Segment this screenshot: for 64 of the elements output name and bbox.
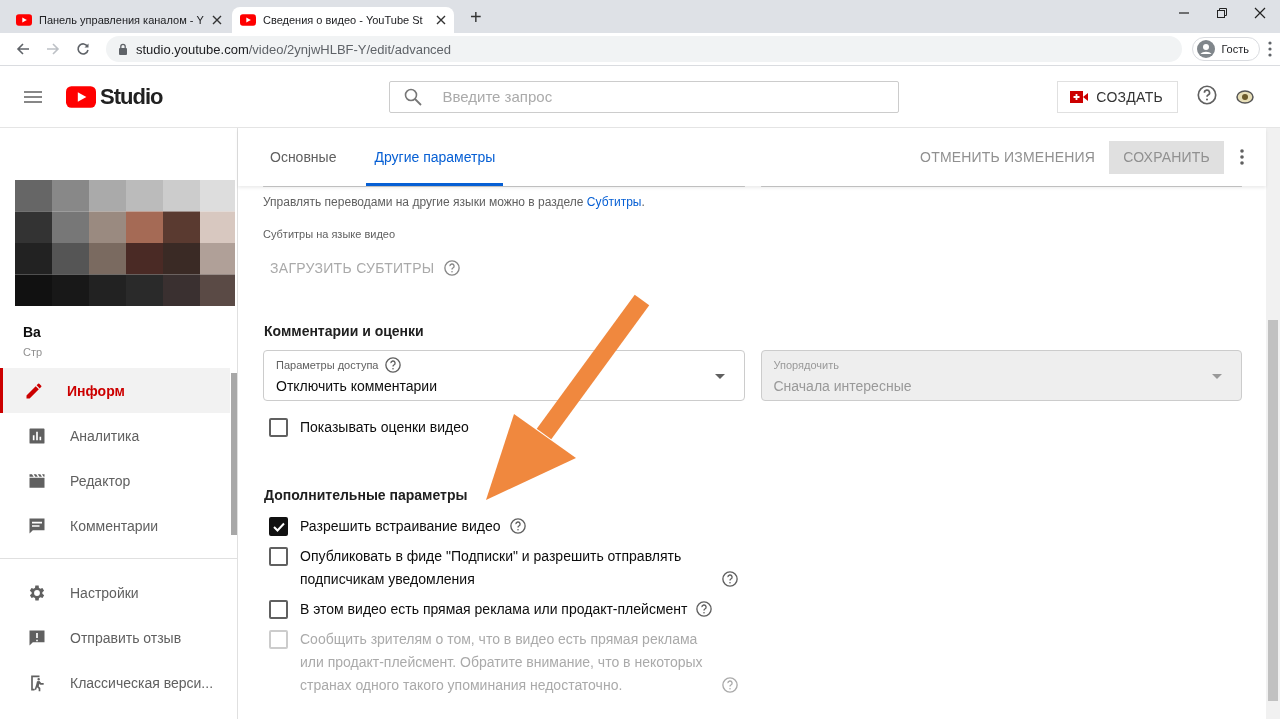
more-icon[interactable]	[1240, 149, 1244, 165]
help-icon[interactable]	[695, 600, 714, 618]
profile-button[interactable]: Гость	[1192, 37, 1260, 61]
field-value: Сначала интересные	[773, 378, 912, 394]
field-value: Отключить комментарии	[276, 378, 437, 394]
new-tab-button[interactable]: +	[466, 7, 486, 27]
play-logo-icon	[66, 85, 96, 108]
checkbox[interactable]	[269, 600, 288, 619]
subtitles-label: Субтитры на языке видео	[263, 228, 397, 240]
section-title: Комментарии и оценки	[264, 323, 425, 339]
scrollbar-thumb[interactable]	[1268, 320, 1278, 701]
url-text: studio.youtube.com/video/2ynjwHLBF-Y/edit/advanced	[136, 41, 452, 57]
checkbox[interactable]	[269, 517, 288, 536]
nav-item[interactable]: Комментарии	[0, 503, 230, 548]
back-icon[interactable]	[16, 42, 30, 56]
field-label: Упорядочить	[773, 359, 839, 371]
checkbox-label: Опубликовать в фиде "Подписки" и разрешить отправлять подписчикам уведомления	[300, 547, 683, 589]
tab[interactable]: Другие параметры	[366, 128, 504, 186]
dropdown-caret-icon	[714, 374, 725, 379]
translations-note: Управлять переводами на другие языки можно в разделе Субтитры.	[263, 195, 646, 209]
channel-subtitle: Стр	[23, 346, 44, 358]
checkbox-label: Сообщить зрителям о том, что в видео есть прямая реклама или продакт-плейсмент. Обратите внимание, что в некоторых странах одного такого упоминания недостаточно.	[300, 630, 704, 695]
help-icon[interactable]	[508, 517, 527, 535]
nav-item[interactable]: Аналитика	[0, 413, 230, 458]
tab[interactable]: Основные	[262, 128, 345, 186]
address-bar[interactable]: studio.youtube.com/video/2ynjwHLBF-Y/edit/advanced	[106, 36, 1183, 62]
logo-text: Studio	[100, 83, 163, 110]
browser-tab[interactable]: Панель управления каналом - Y	[8, 7, 230, 33]
scrollbar-thumb[interactable]	[231, 373, 237, 535]
nav-item[interactable]: Редактор	[0, 458, 230, 503]
close-icon[interactable]	[436, 15, 446, 25]
search-icon	[404, 87, 423, 106]
nav-item[interactable]: Классическая верси...	[0, 660, 230, 705]
dropdown-caret-icon	[1212, 374, 1222, 379]
help-icon[interactable]	[384, 356, 403, 374]
browser-tab[interactable]: Сведения о видео - YouTube St	[232, 7, 454, 33]
play-logo-icon	[240, 14, 256, 26]
close-icon[interactable]	[1254, 7, 1266, 19]
checkbox-label: Разрешить встраивание видео	[300, 517, 501, 536]
nav-item[interactable]: Отправить отзыв	[0, 615, 230, 660]
nav-item[interactable]: Настройки	[0, 570, 230, 615]
nav-item[interactable]: Информ	[0, 368, 230, 413]
help-icon[interactable]	[1196, 83, 1218, 106]
close-icon[interactable]	[212, 15, 222, 25]
reload-icon[interactable]	[76, 42, 90, 56]
field-label: Параметры доступа	[276, 359, 379, 371]
checkbox[interactable]	[269, 547, 288, 566]
help-icon[interactable]	[721, 570, 739, 588]
checkbox-label: Показывать оценки видео	[300, 418, 469, 437]
video-camera-icon	[1070, 90, 1089, 103]
search-field[interactable]: Введите запрос	[389, 80, 900, 113]
subtitles-link[interactable]: Субтитры	[586, 195, 642, 209]
checkbox[interactable]	[269, 418, 288, 437]
dropdown-field[interactable]: Параметры доступа Отключить комментарии	[263, 350, 745, 401]
pencil-icon	[24, 380, 44, 401]
checkbox-label: В этом видео есть прямая реклама или продакт-плейсмент	[300, 600, 688, 619]
channel-name: Ва	[23, 324, 42, 340]
menu-icon[interactable]	[24, 90, 42, 103]
menu-icon[interactable]	[1268, 41, 1272, 57]
section-title: Дополнительные параметры	[264, 487, 469, 503]
lock-icon	[118, 43, 128, 55]
play-logo-icon	[16, 14, 32, 26]
create-button[interactable]: СОЗДАТЬ	[1057, 80, 1178, 113]
restore-icon[interactable]	[1216, 7, 1228, 19]
